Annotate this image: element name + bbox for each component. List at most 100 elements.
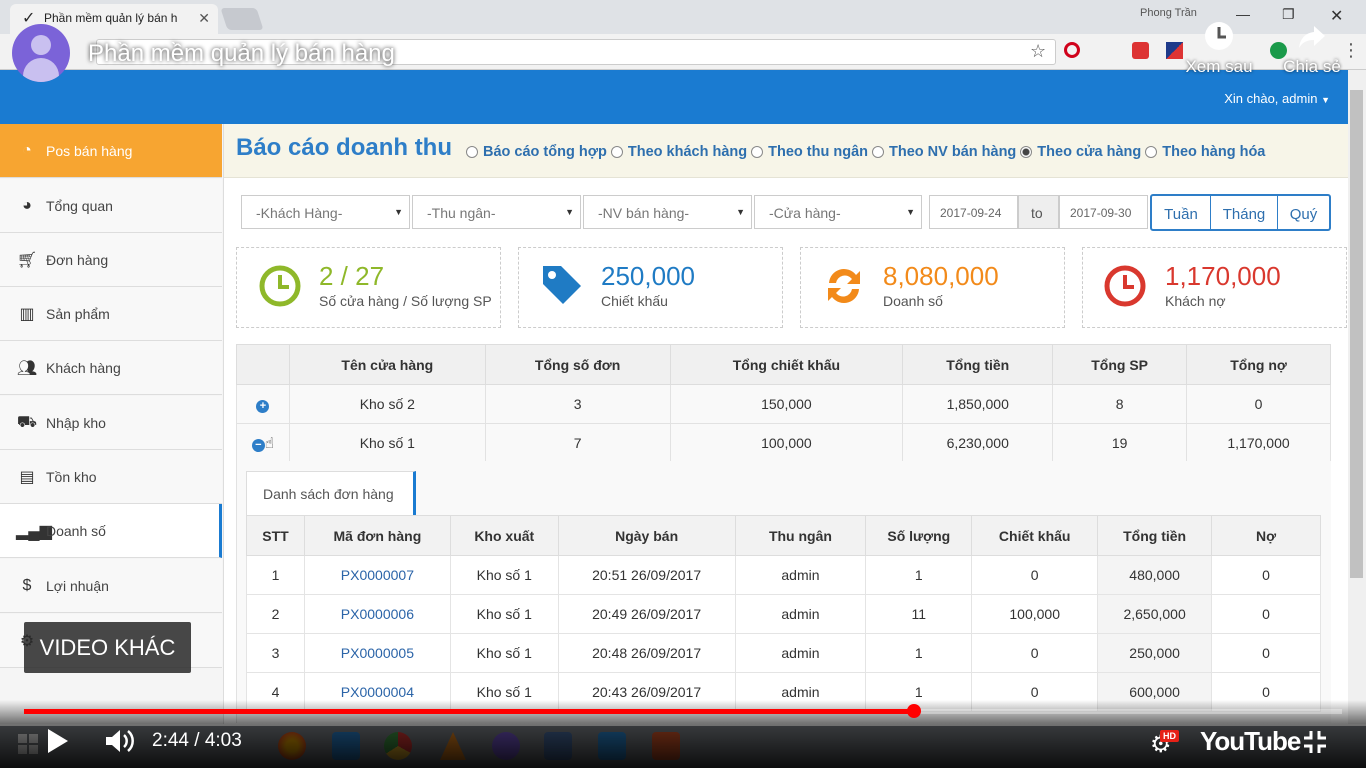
- column-header[interactable]: Mã đơn hàng: [303, 515, 451, 556]
- period-month-button[interactable]: Tháng: [1211, 196, 1278, 229]
- column-header[interactable]: Tổng SP: [1052, 344, 1188, 385]
- sidebar-item-overview[interactable]: ◕ Tổng quan: [0, 179, 222, 233]
- radio-by-cashier[interactable]: Theo thu ngân: [751, 144, 868, 160]
- stat-label: Doanh số: [883, 293, 943, 309]
- radio-label: Theo hàng hóa: [1162, 144, 1266, 160]
- radio-circle-icon[interactable]: [872, 146, 885, 158]
- sidebar-item-label: Đơn hàng: [46, 251, 109, 268]
- column-header[interactable]: Nợ: [1211, 515, 1321, 556]
- video-title[interactable]: Phần mềm quản lý bán hàng: [88, 40, 395, 68]
- radio-summary[interactable]: Báo cáo tổng hợp: [466, 144, 607, 160]
- column-header[interactable]: Tổng tiền: [1097, 515, 1213, 556]
- radio-selected-icon[interactable]: [1020, 146, 1033, 158]
- user-menu[interactable]: Xin chào, admin ▼: [1224, 91, 1330, 106]
- date-to-input[interactable]: 2017-09-30: [1059, 195, 1148, 229]
- youtube-logo[interactable]: YouTube: [1200, 726, 1301, 757]
- column-header[interactable]: Kho xuất: [449, 515, 559, 556]
- cashier-select-value: -Thu ngân-: [427, 205, 496, 221]
- table-cell: 1,170,000: [1186, 423, 1331, 463]
- sidebar-item-revenue[interactable]: ▂▄▆ Doanh số: [0, 504, 222, 558]
- share-icon: [1299, 26, 1325, 48]
- radio-by-store[interactable]: Theo cửa hàng: [1020, 144, 1141, 160]
- column-header[interactable]: Số lượng: [865, 515, 973, 556]
- radio-circle-icon[interactable]: [610, 146, 623, 158]
- period-quarter-button[interactable]: Quý: [1278, 196, 1329, 229]
- watch-later-label: Xem sau: [1185, 57, 1253, 76]
- radio-by-customer[interactable]: Theo khách hàng: [610, 144, 747, 160]
- watch-later-button[interactable]: Xem sau: [1176, 20, 1262, 77]
- browser-user[interactable]: Phong Trần: [1140, 7, 1197, 19]
- column-header[interactable]: STT: [246, 515, 305, 556]
- time-current: 2:44: [152, 730, 189, 751]
- barcode-icon: ▥: [19, 305, 35, 323]
- share-button[interactable]: Chia sẻ: [1272, 20, 1352, 77]
- column-header[interactable]: Chiết khấu: [971, 515, 1099, 556]
- customer-select[interactable]: -Khách Hàng- ▼: [241, 195, 410, 229]
- stat-card-sales: 8,080,000 Doanh số: [800, 247, 1065, 328]
- table-row: 2 PX0000006 Kho số 1 20:49 26/09/2017 ad…: [246, 594, 1321, 634]
- column-header[interactable]: Ngày bán: [557, 515, 736, 556]
- stat-value: 8,080,000: [883, 261, 999, 291]
- scrollbar-thumb[interactable]: [1350, 90, 1363, 578]
- radio-by-product[interactable]: Theo hàng hóa: [1145, 144, 1265, 160]
- sidebar-item-orders[interactable]: 🛒︎ Đơn hàng: [0, 233, 222, 287]
- fullscreen-exit-icon[interactable]: [1302, 729, 1328, 755]
- radio-circle-icon[interactable]: [1145, 146, 1158, 158]
- progress-scrubber[interactable]: [906, 704, 921, 718]
- period-week-button[interactable]: Tuần: [1152, 196, 1211, 229]
- tag-icon: [543, 266, 581, 304]
- play-icon[interactable]: [46, 728, 70, 754]
- radio-label: Theo cửa hàng: [1037, 144, 1142, 160]
- column-header[interactable]: Tổng số đơn: [484, 344, 671, 385]
- column-header[interactable]: Tên cửa hàng: [288, 344, 486, 385]
- order-link[interactable]: PX0000005: [303, 633, 451, 673]
- salesperson-select[interactable]: -NV bán hàng- ▼: [583, 195, 752, 229]
- table-cell: 0: [1211, 633, 1321, 673]
- sidebar-item-products[interactable]: ▥ Sản phẩm: [0, 287, 222, 341]
- cashier-select[interactable]: -Thu ngân- ▼: [412, 195, 581, 229]
- expand-cell: − ☝: [236, 423, 290, 463]
- radio-by-salesperson[interactable]: Theo NV bán hàng: [872, 144, 1016, 160]
- collapse-minus-icon[interactable]: −: [251, 439, 265, 452]
- table-cell: 0: [1211, 594, 1321, 634]
- new-tab-button[interactable]: [220, 8, 264, 30]
- column-header[interactable]: Tổng nợ: [1186, 344, 1331, 385]
- store-select[interactable]: -Cửa hàng- ▼: [754, 195, 922, 229]
- bookmark-star-icon[interactable]: ☆: [1030, 41, 1046, 62]
- customer-select-value: -Khách Hàng-: [256, 205, 343, 221]
- date-from-input[interactable]: 2017-09-24: [929, 195, 1018, 229]
- other-videos-button[interactable]: VIDEO KHÁC: [24, 622, 191, 673]
- radio-circle-icon[interactable]: [751, 146, 764, 158]
- app-header: [0, 70, 1348, 124]
- sidebar-item-label: Lợi nhuận: [46, 577, 109, 594]
- sidebar-item-profit[interactable]: $ Lợi nhuận: [0, 559, 222, 613]
- table-cell: 0: [1186, 384, 1331, 424]
- expand-plus-icon[interactable]: +: [256, 399, 270, 413]
- radio-circle-icon[interactable]: [466, 146, 478, 158]
- volume-icon[interactable]: [104, 728, 136, 754]
- tab-close-icon[interactable]: ✕: [198, 10, 210, 27]
- table-cell: 100,000: [971, 594, 1099, 634]
- table-cell: 1: [246, 555, 305, 595]
- report-mode-radios: Báo cáo tổng hợp Theo khách hàng Theo th…: [466, 144, 1269, 160]
- table-cell: admin: [734, 633, 867, 673]
- opera-icon[interactable]: [1064, 42, 1080, 58]
- sidebar-item-label: Khách hàng: [46, 359, 121, 376]
- table-cell: 20:48 26/09/2017: [557, 633, 736, 673]
- sidebar-item-label: Tổng quan: [46, 197, 113, 214]
- order-link[interactable]: PX0000006: [303, 594, 451, 634]
- sidebar-item-customers[interactable]: 👥︎ Khách hàng: [0, 341, 222, 395]
- channel-avatar[interactable]: [12, 24, 70, 82]
- table-cell: 8: [1052, 384, 1188, 424]
- tab-order-list[interactable]: Danh sách đơn hàng: [246, 471, 416, 515]
- column-header[interactable]: Thu ngân: [734, 515, 867, 556]
- order-link[interactable]: PX0000007: [303, 555, 451, 595]
- column-header[interactable]: Tổng chiết khấu: [669, 344, 904, 385]
- sidebar-item-import[interactable]: ⛟ Nhập kho: [0, 396, 222, 450]
- sidebar-item-pos[interactable]: ◔ Pos bán hàng: [0, 124, 222, 178]
- extension-icon[interactable]: [1132, 42, 1149, 59]
- sidebar-item-label: Pos bán hàng: [46, 142, 133, 159]
- sidebar-item-label: Nhập kho: [46, 414, 106, 431]
- column-header[interactable]: Tổng tiền: [902, 344, 1054, 385]
- sidebar-item-inventory[interactable]: ▤ Tồn kho: [0, 450, 222, 504]
